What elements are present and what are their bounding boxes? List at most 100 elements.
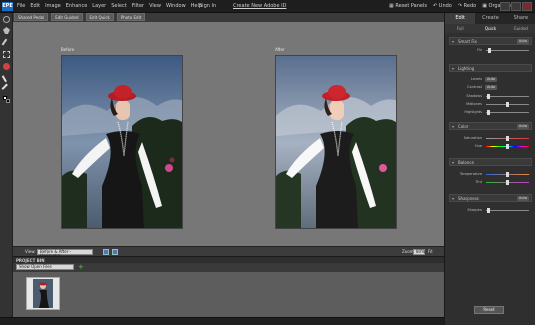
view-layout-horizontal-icon[interactable] (103, 249, 109, 255)
menu-layer[interactable]: Layer (92, 3, 106, 9)
menu-bar: EPE File Edit Image Enhance Layer Select… (0, 0, 535, 13)
hue-slider[interactable] (486, 144, 529, 149)
section-smart-fix[interactable]: ▾ Smart Fix Auto (449, 37, 532, 45)
undo-icon: ↶ (432, 3, 438, 9)
slider-label: Hue (474, 144, 482, 148)
view-dropdown[interactable]: Before & After - Horizontal (37, 249, 93, 258)
after-photo[interactable] (275, 55, 397, 229)
shadows-slider[interactable] (486, 94, 529, 99)
menu-filter[interactable]: Filter (132, 3, 144, 9)
crop-tool-icon[interactable] (3, 51, 10, 58)
doc-tab-2[interactable]: Edit Guided (51, 13, 83, 21)
edit-mode-tabs: Full Quick Guided (445, 24, 535, 33)
midtones-slider[interactable] (486, 102, 529, 107)
collapse-arrow-icon: ▾ (452, 66, 455, 71)
before-label: Before (61, 47, 75, 52)
toolbox (0, 13, 13, 325)
slider-knob[interactable] (487, 208, 490, 213)
tab-create[interactable]: Create (475, 13, 506, 24)
saturation-slider[interactable] (486, 136, 529, 141)
section-lighting[interactable]: ▾ Lighting (449, 64, 532, 72)
sign-in-link[interactable]: Sign In (199, 3, 216, 9)
row-levels: Levels Auto (449, 76, 532, 83)
temperature-slider[interactable] (486, 172, 529, 177)
bin-source-dropdown[interactable]: Show Open Files (16, 264, 74, 270)
brush-tool-icon[interactable] (1, 83, 12, 94)
slider-knob[interactable] (506, 180, 509, 185)
undo-label: Undo (438, 3, 452, 9)
contrast-auto-button[interactable]: Auto (485, 85, 498, 90)
slider-knob[interactable] (488, 48, 491, 53)
menu-edit[interactable]: Edit (30, 3, 40, 9)
slider-knob[interactable] (487, 94, 490, 99)
row-label: Contrast (467, 85, 482, 89)
reset-button[interactable]: Reset (474, 306, 504, 314)
menu-file[interactable]: File (17, 3, 25, 9)
levels-auto-button[interactable]: Auto (485, 77, 498, 82)
create-adobe-id-link[interactable]: Create New Adobe ID (233, 3, 286, 9)
before-photo-image (62, 56, 182, 228)
section-color[interactable]: ▾ Color Auto (449, 122, 532, 130)
app-logo[interactable]: EPE (2, 2, 13, 11)
slider-knob[interactable] (487, 110, 490, 115)
sharpness-auto-button[interactable]: Auto (516, 196, 529, 201)
slider-knob[interactable] (506, 136, 509, 141)
tab-share[interactable]: Share (505, 13, 535, 24)
slider-label: Saturation (463, 136, 482, 140)
slider-label: Tint (475, 180, 482, 184)
menu-window[interactable]: Window (166, 3, 186, 9)
canvas-area[interactable]: Before After (13, 22, 444, 246)
photo-thumbnail[interactable] (26, 277, 60, 310)
section-title: Sharpness (458, 196, 479, 201)
slider-label: Sharpen (467, 208, 482, 212)
view-swap-icon[interactable] (112, 249, 118, 255)
color-auto-button[interactable]: Auto (516, 124, 529, 129)
tint-slider[interactable] (486, 180, 529, 185)
row-label: Levels (470, 77, 482, 81)
zoom-tool-icon[interactable] (3, 16, 10, 23)
healing-brush-tool-icon[interactable] (1, 72, 12, 83)
reset-panels-button[interactable]: ▦ Reset Panels (389, 3, 427, 9)
menu-view[interactable]: View (149, 3, 161, 9)
doc-tab-3[interactable]: Edit Quick (85, 13, 114, 21)
slider-row-temperature: Temperature (449, 171, 532, 178)
mode-full[interactable]: Full (445, 24, 475, 33)
close-button[interactable] (522, 2, 532, 11)
smart-fix-auto-button[interactable]: Auto (516, 39, 529, 44)
slider-knob[interactable] (506, 172, 509, 177)
panel-tabs: Edit Create Share (445, 13, 535, 24)
red-eye-tool-icon[interactable] (3, 63, 10, 70)
reset-panels-icon: ▦ (389, 3, 394, 9)
menu-enhance[interactable]: Enhance (66, 3, 88, 9)
slider-label: Temperature (459, 172, 482, 176)
before-photo[interactable] (61, 55, 183, 229)
fit-button[interactable]: Fit (428, 249, 433, 254)
slider-row-fix: Fix (449, 47, 532, 54)
mode-guided[interactable]: Guided (506, 24, 535, 33)
maximize-button[interactable] (511, 2, 521, 11)
slider-knob[interactable] (506, 102, 509, 107)
menu-image[interactable]: Image (45, 3, 61, 9)
after-photo-image (276, 56, 396, 228)
menu-select[interactable]: Select (111, 3, 126, 9)
fix-slider[interactable] (486, 48, 529, 53)
menu-list: File Edit Image Enhance Layer Select Fil… (17, 3, 202, 9)
quick-selection-tool-icon[interactable] (1, 38, 12, 49)
minimize-button[interactable] (500, 2, 510, 11)
highlights-slider[interactable] (486, 110, 529, 115)
undo-button[interactable]: ↶ Undo (433, 3, 452, 9)
redo-button[interactable]: ↷ Redo (458, 3, 476, 9)
organizer-icon: ▣ (482, 3, 487, 9)
slider-knob[interactable] (506, 144, 509, 149)
add-icon[interactable]: + (78, 263, 84, 271)
mode-quick[interactable]: Quick (475, 24, 505, 33)
tab-edit[interactable]: Edit (445, 13, 476, 24)
section-sharpness[interactable]: ▾ Sharpness Auto (449, 194, 532, 202)
background-color-swatch[interactable] (6, 99, 10, 103)
doc-tab-1[interactable]: Shared Pedal (14, 13, 49, 21)
hand-tool-icon[interactable] (3, 27, 10, 34)
section-balance[interactable]: ▾ Balance (449, 158, 532, 166)
zoom-value-field[interactable]: 80% (413, 249, 425, 255)
doc-tab-4[interactable]: Photo Edit (116, 13, 146, 21)
sharpen-slider[interactable] (486, 208, 529, 213)
